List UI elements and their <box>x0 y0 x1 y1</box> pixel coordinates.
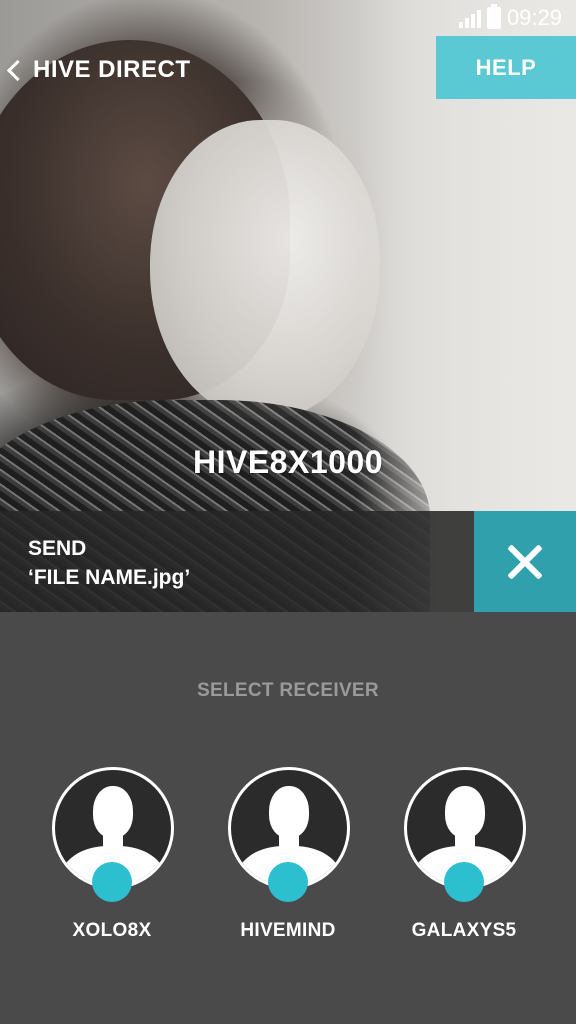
receiver-item-galaxys5[interactable] <box>404 767 526 902</box>
receiver-item-xolo8x[interactable] <box>52 767 174 902</box>
close-icon <box>506 543 544 581</box>
hero-face <box>150 120 380 420</box>
status-dot <box>268 862 308 902</box>
close-button[interactable] <box>474 511 576 612</box>
back-label: HIVE DIRECT <box>33 56 191 83</box>
chevron-left-icon <box>6 59 29 81</box>
status-bar: 09:29 <box>458 4 562 32</box>
signal-icon <box>458 8 481 28</box>
receiver-name[interactable]: HIVEMIND <box>208 920 368 942</box>
send-info: SEND ‘FILE NAME.jpg’ <box>28 534 190 592</box>
select-receiver-label: SELECT RECEIVER <box>197 680 379 701</box>
help-button[interactable]: HELP <box>436 36 576 99</box>
receiver-name[interactable]: GALAXYS5 <box>384 920 544 942</box>
receiver-name[interactable]: XOLO8X <box>32 920 192 942</box>
battery-icon <box>486 4 501 29</box>
device-title: HIVE8X1000 <box>192 444 383 480</box>
status-dot <box>92 862 132 902</box>
receiver-item-hivemind[interactable] <box>228 767 350 902</box>
status-time: 09:29 <box>506 5 562 30</box>
send-label: SEND <box>28 537 87 560</box>
back-button[interactable]: HIVE DIRECT <box>4 52 191 88</box>
status-dot <box>444 862 484 902</box>
file-name: ‘FILE NAME.jpg’ <box>28 566 191 589</box>
